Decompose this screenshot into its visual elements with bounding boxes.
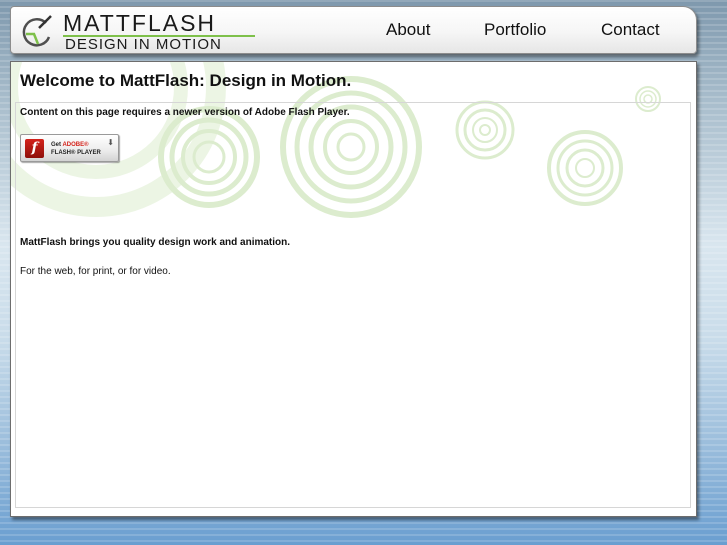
content-frame xyxy=(15,102,691,508)
flash-badge-get: Get xyxy=(51,142,63,148)
flash-icon: f xyxy=(25,139,44,158)
logo-swirl-icon xyxy=(22,15,52,47)
nav-contact[interactable]: Contact xyxy=(601,20,660,40)
nav-portfolio[interactable]: Portfolio xyxy=(484,20,546,40)
flash-badge-adobe: ADOBE® xyxy=(62,142,89,148)
logo-subtitle: DESIGN IN MOTION xyxy=(65,36,222,53)
page-title: Welcome to MattFlash: Design in Motion. xyxy=(20,71,352,90)
nav-about[interactable]: About xyxy=(386,20,430,40)
header-bar: MATTFLASH DESIGN IN MOTION About Portfol… xyxy=(10,6,697,54)
tagline: MattFlash brings you quality design work… xyxy=(20,237,291,248)
subline: For the web, for print, or for video. xyxy=(20,266,171,277)
flash-notice: Content on this page requires a newer ve… xyxy=(20,107,350,118)
content-panel: Welcome to MattFlash: Design in Motion. … xyxy=(10,61,697,517)
logo-title: MATTFLASH xyxy=(63,10,217,36)
get-flash-player-button[interactable]: f Get ADOBE® FLASH® PLAYER ⬇ xyxy=(20,134,119,162)
flash-badge-player: FLASH® PLAYER xyxy=(51,150,101,156)
download-arrow-icon: ⬇ xyxy=(107,138,114,147)
flash-badge-label: Get ADOBE® FLASH® PLAYER xyxy=(51,141,101,157)
site-logo[interactable]: MATTFLASH DESIGN IN MOTION xyxy=(19,11,259,53)
